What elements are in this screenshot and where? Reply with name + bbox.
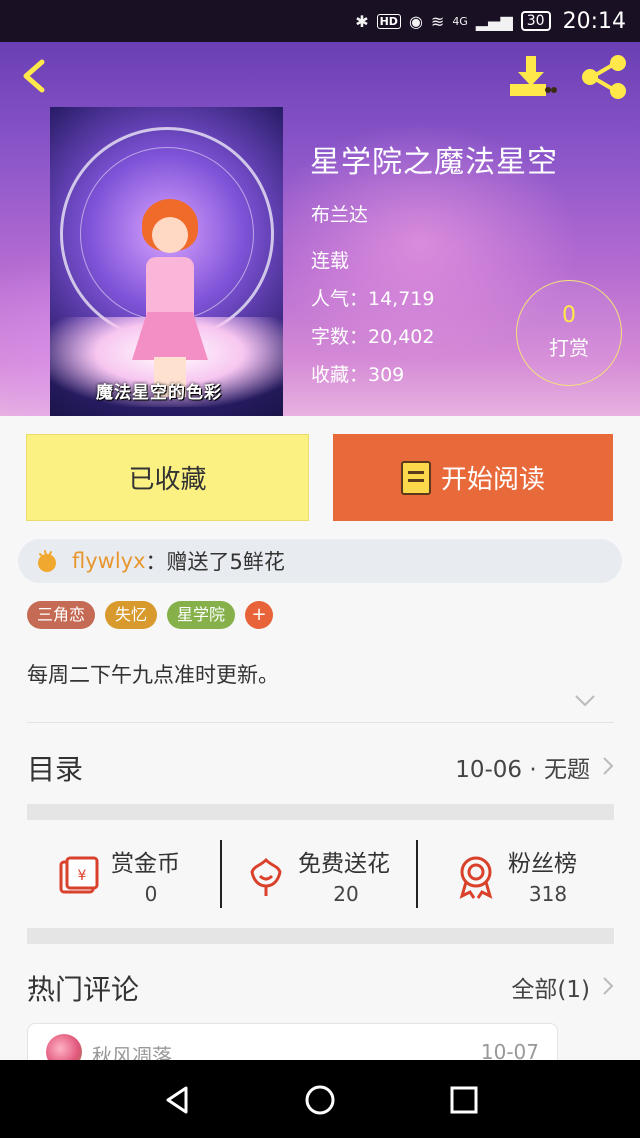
wifi-icon: ≋ [430, 11, 445, 31]
download-icon [510, 56, 557, 96]
clap-icon [38, 550, 56, 572]
network-label: 4G [452, 14, 468, 28]
book-title: 星学院之魔法星空 [310, 145, 558, 180]
nav-recents-icon[interactable] [446, 1082, 482, 1118]
popularity-stat: 人气：14,719 [311, 288, 435, 310]
status-bar: ✱ HD ◉ ≋ 4G ▂▄▆ 30 20:14 [0, 0, 640, 42]
section-separator [27, 804, 614, 820]
signal-icon: ▂▄▆ [475, 11, 513, 31]
collected-label: 已收藏 [128, 465, 207, 495]
tag-item[interactable]: 星学院 [167, 601, 236, 629]
section-separator [27, 928, 614, 944]
system-nav-bar [0, 1060, 640, 1138]
cover-caption: 魔法星空的色彩 [96, 383, 222, 403]
book-header: 魔法星空的色彩 星学院之魔法星空 布兰达 连载 人气：14,719 字数：20,… [0, 42, 640, 416]
free-flower-cell[interactable]: 免费送花 20 [242, 842, 412, 914]
toc-row[interactable]: 目录 10-06 · 无题 [0, 728, 640, 802]
share-button[interactable] [578, 54, 630, 100]
divider [27, 722, 614, 723]
all-comments-link[interactable]: 全部(1) [511, 970, 590, 1004]
toc-title: 目录 [27, 753, 84, 786]
reward-button[interactable]: 0 打赏 [516, 280, 622, 386]
hot-comments-header[interactable]: 热门评论 全部(1) [0, 956, 640, 1022]
red-envelope-icon: ¥ [59, 856, 99, 894]
collected-button[interactable]: 已收藏 [26, 434, 309, 521]
serial-status: 连载 [311, 250, 350, 272]
award-ribbon-icon [459, 856, 493, 899]
share-icon [582, 55, 626, 99]
chevron-right-icon [603, 757, 614, 775]
tag-item[interactable]: 三角恋 [27, 601, 96, 629]
nav-home-icon[interactable] [302, 1082, 338, 1118]
divider [220, 840, 222, 908]
download-button[interactable] [506, 54, 558, 100]
divider [416, 840, 418, 908]
nav-back-icon[interactable] [160, 1082, 196, 1118]
coin-reward-value: 0 [144, 882, 158, 906]
fan-ranking-cell[interactable]: 粉丝榜 318 [452, 842, 602, 914]
add-tag-button[interactable]: + [245, 601, 274, 629]
free-flower-label: 免费送花 [298, 851, 390, 877]
coin-reward-cell[interactable]: ¥ 赏金币 0 [55, 842, 205, 914]
eye-icon: ◉ [408, 11, 423, 31]
fan-ranking-value: 318 [528, 882, 568, 906]
gift-text: ：赠送了5鲜花 [145, 550, 285, 574]
reward-count: 0 [562, 303, 576, 328]
start-reading-label: 开始阅读 [440, 465, 545, 495]
clock: 20:14 [562, 8, 626, 34]
book-icon [400, 460, 431, 495]
bluetooth-icon: ✱ [355, 11, 369, 31]
favorites-stat: 收藏：309 [311, 364, 405, 386]
book-description: 每周二下午九点准时更新。 [27, 663, 279, 687]
stats-row: ¥ 赏金币 0 免费送花 20 粉丝榜 318 [0, 828, 640, 928]
back-arrow-icon [23, 59, 45, 93]
book-cover[interactable]: 魔法星空的色彩 [50, 107, 283, 416]
hd-badge: HD [376, 13, 401, 29]
svg-text:¥: ¥ [78, 868, 87, 884]
word-count-stat: 字数：20,402 [311, 326, 435, 348]
back-button[interactable] [14, 56, 54, 96]
hot-comments-title: 热门评论 [27, 973, 140, 1006]
fan-ranking-label: 粉丝榜 [508, 851, 577, 877]
reward-label: 打赏 [549, 336, 589, 360]
flower-icon [250, 857, 282, 896]
gift-notice[interactable]: flywlyx ：赠送了5鲜花 [18, 539, 622, 583]
tag-list: 三角恋 失忆 星学院 + [27, 601, 274, 629]
toc-latest-chapter: 10-06 · 无题 [455, 757, 590, 783]
book-author[interactable]: 布兰达 [311, 200, 368, 227]
battery-indicator: 30 [520, 11, 551, 31]
tag-item[interactable]: 失忆 [105, 601, 158, 629]
free-flower-value: 20 [333, 882, 359, 906]
coin-reward-label: 赏金币 [111, 851, 180, 877]
chevron-right-icon [603, 977, 614, 995]
start-reading-button[interactable]: 开始阅读 [333, 434, 613, 521]
gift-user[interactable]: flywlyx [72, 549, 146, 573]
chevron-down-icon[interactable] [574, 694, 596, 708]
